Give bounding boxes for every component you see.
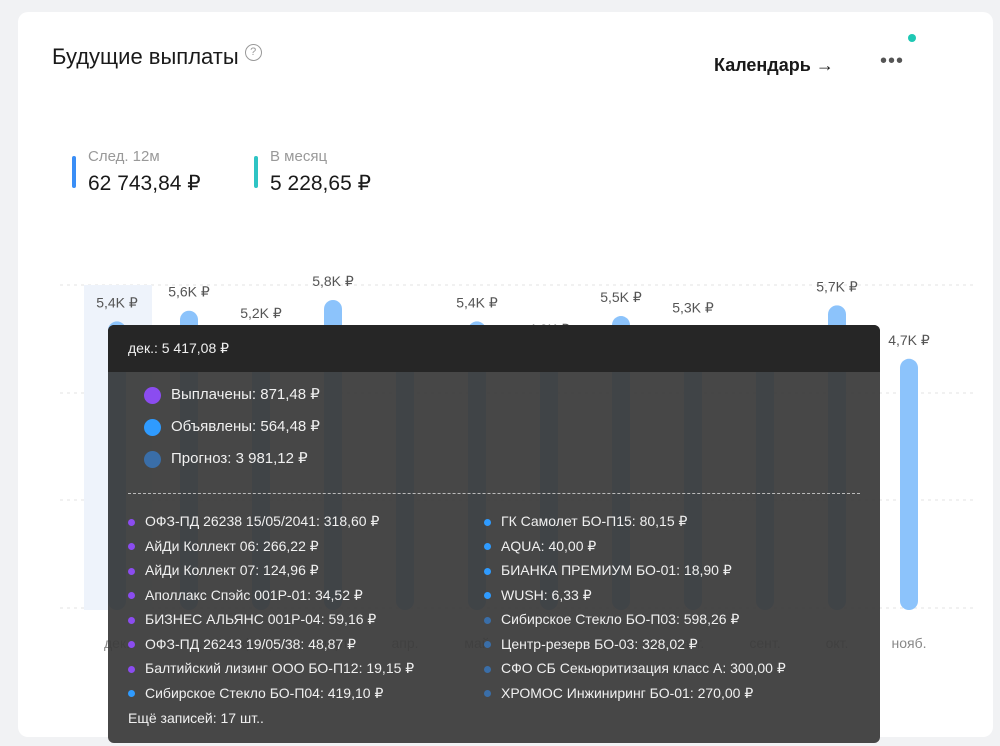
- tooltip-record: Аполлакс Спэйс 001P-01: 34,52 ₽: [128, 587, 414, 612]
- bar-value-label: 5,8K ₽: [312, 273, 354, 289]
- record-dot-icon: [484, 567, 491, 575]
- bar-value-label: 5,3K ₽: [672, 300, 714, 316]
- record-dot-icon: [484, 592, 491, 600]
- record-text: ХРОМОС Инжиниринг БО-01: 270,00 ₽: [501, 684, 754, 701]
- bar-value-label: 5,6K ₽: [168, 284, 210, 300]
- record-text: БИАНКА ПРЕМИУМ БО-01: 18,90 ₽: [501, 562, 732, 578]
- bar-value-label: 5,5K ₽: [600, 289, 642, 305]
- bar-value-label: 5,4K ₽: [456, 294, 498, 310]
- legend-dot-icon: [144, 386, 161, 404]
- tooltip-record: СФО СБ Секьюритизация класс А: 300,00 ₽: [484, 660, 786, 685]
- tooltip-record: ГК Самолет БО-П15: 80,15 ₽: [484, 513, 786, 538]
- bar-value-label: 5,7K ₽: [816, 278, 858, 294]
- bar-value-label: 4,7K ₽: [888, 332, 930, 348]
- tooltip-legend-item: Выплачены: 871,48 ₽: [144, 385, 320, 404]
- chart-tooltip: дек.: 5 417,08 ₽ Выплачены: 871,48 ₽ Объя…: [108, 325, 880, 743]
- tooltip-record: ОФЗ-ПД 26243 19/05/38: 48,87 ₽: [128, 636, 414, 661]
- record-dot-icon: [484, 616, 491, 624]
- legend-dot-icon: [144, 418, 161, 436]
- tooltip-record: БИЗНЕС АЛЬЯНС 001P-04: 59,16 ₽: [128, 611, 414, 636]
- legend-label: Прогноз: 3 981,12 ₽: [171, 450, 308, 467]
- record-dot-icon: [484, 665, 491, 673]
- record-dot-icon: [128, 543, 135, 551]
- record-dot-icon: [128, 592, 135, 600]
- bar-value-label: 5,4K ₽: [96, 294, 138, 310]
- record-dot-icon: [484, 641, 491, 649]
- tooltip-record: Центр-резерв БО-03: 328,02 ₽: [484, 636, 786, 661]
- record-dot-icon: [484, 690, 491, 698]
- record-text: Сибирское Стекло БО-П03: 598,26 ₽: [501, 611, 740, 627]
- record-dot-icon: [128, 518, 135, 526]
- record-text: ОФЗ-ПД 26243 19/05/38: 48,87 ₽: [145, 635, 357, 652]
- record-text: Центр-резерв БО-03: 328,02 ₽: [501, 635, 698, 652]
- tooltip-record: БИАНКА ПРЕМИУМ БО-01: 18,90 ₽: [484, 562, 786, 587]
- legend-label: Выплачены: 871,48 ₽: [171, 386, 320, 403]
- record-text: ГК Самолет БО-П15: 80,15 ₽: [501, 513, 688, 529]
- record-text: АйДи Коллект 06: 266,22 ₽: [145, 537, 319, 554]
- record-dot-icon: [128, 665, 135, 673]
- tooltip-record: АйДи Коллект 07: 124,96 ₽: [128, 562, 414, 587]
- record-dot-icon: [128, 616, 135, 624]
- record-text: Аполлакс Спэйс 001P-01: 34,52 ₽: [145, 586, 363, 603]
- record-text: АйДи Коллект 07: 124,96 ₽: [145, 562, 319, 578]
- tooltip-record: WUSH: 6,33 ₽: [484, 587, 786, 612]
- tooltip-legend-item: Прогноз: 3 981,12 ₽: [144, 449, 308, 468]
- record-text: AQUA: 40,00 ₽: [501, 537, 597, 554]
- record-dot-icon: [128, 690, 135, 698]
- record-text: WUSH: 6,33 ₽: [501, 586, 592, 603]
- record-dot-icon: [128, 567, 135, 575]
- tooltip-record: Балтийский лизинг ООО БО-П12: 19,15 ₽: [128, 660, 414, 685]
- legend-dot-icon: [144, 450, 161, 468]
- more-records-text: Ещё записей: 17 шт..: [128, 710, 264, 726]
- record-text: Балтийский лизинг ООО БО-П12: 19,15 ₽: [145, 660, 415, 676]
- record-text: БИЗНЕС АЛЬЯНС 001P-04: 59,16 ₽: [145, 611, 377, 627]
- record-text: СФО СБ Секьюритизация класс А: 300,00 ₽: [501, 660, 786, 676]
- record-dot-icon: [128, 641, 135, 649]
- tooltip-record: ХРОМОС Инжиниринг БО-01: 270,00 ₽: [484, 685, 786, 710]
- record-text: Сибирское Стекло БО-П04: 419,10 ₽: [145, 684, 384, 701]
- bar-11: [900, 358, 918, 610]
- record-text: ОФЗ-ПД 26238 15/05/2041: 318,60 ₽: [145, 513, 380, 529]
- tooltip-record: Сибирское Стекло БО-П04: 419,10 ₽: [128, 685, 414, 710]
- legend-label: Объявлены: 564,48 ₽: [171, 418, 320, 435]
- tooltip-divider: [128, 493, 860, 494]
- bar-value-label: 5,2K ₽: [240, 305, 282, 321]
- record-dot-icon: [484, 518, 491, 526]
- tooltip-title: дек.: 5 417,08 ₽: [108, 325, 880, 372]
- tooltip-record: Сибирское Стекло БО-П03: 598,26 ₽: [484, 611, 786, 636]
- x-tick-label: нояб.: [891, 635, 926, 651]
- tooltip-record: AQUA: 40,00 ₽: [484, 538, 786, 563]
- tooltip-record: ОФЗ-ПД 26238 15/05/2041: 318,60 ₽: [128, 513, 414, 538]
- record-dot-icon: [484, 543, 491, 551]
- tooltip-record: АйДи Коллект 06: 266,22 ₽: [128, 538, 414, 563]
- tooltip-legend-item: Объявлены: 564,48 ₽: [144, 417, 320, 436]
